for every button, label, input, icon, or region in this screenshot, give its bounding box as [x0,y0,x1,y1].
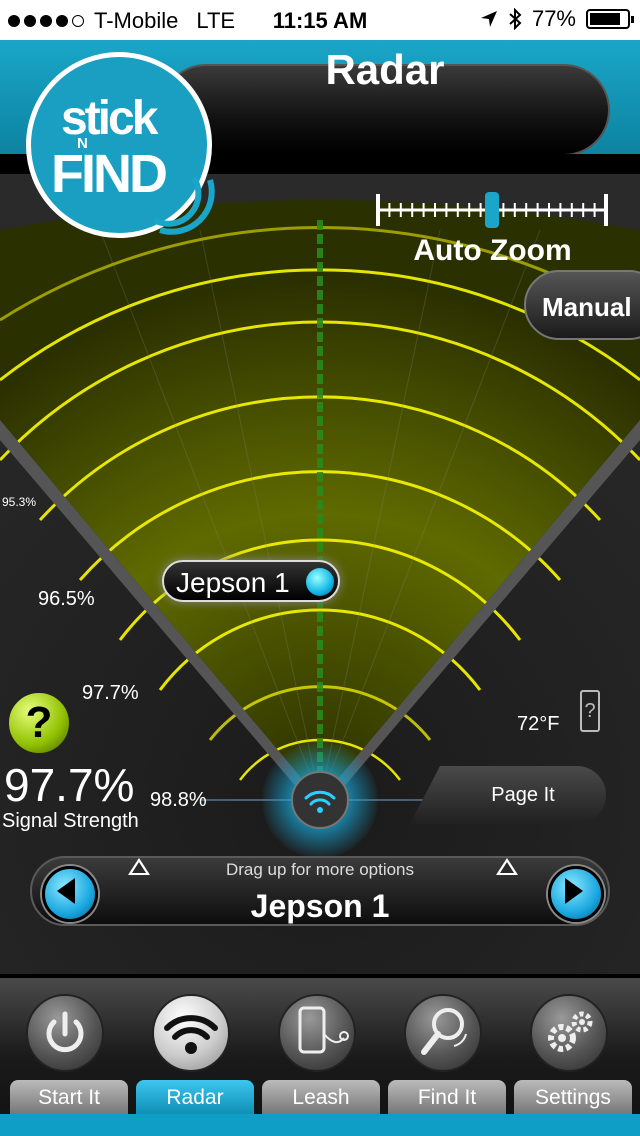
help-button[interactable]: ? [6,690,72,756]
tab-find-it[interactable]: Find It [380,978,506,1114]
tab-radar[interactable]: Radar [128,978,254,1114]
bluetooth-icon [509,8,522,30]
page-it-button[interactable]: Page It [410,766,606,824]
status-icons: 77% [480,6,634,32]
tab-label: Find It [388,1080,506,1114]
tab-start-it[interactable]: Start It [2,978,128,1114]
logo-signal-arcs-icon [152,176,215,235]
device-battery-icon: ? [580,690,600,732]
tab-label: Radar [136,1080,254,1114]
percent-label: 95.3% [2,495,37,509]
zoom-slider[interactable] [372,190,612,230]
magnifier-icon [421,1008,467,1055]
percent-label: 96.5% [38,588,95,610]
page-it-label: Page It [491,784,555,806]
drag-up-arrow-icon [128,858,150,875]
drag-up-arrow-icon [496,858,518,875]
status-bar: T-Mobile LTE 11:15 AM 77% [0,0,640,40]
zoom-label: Auto Zoom [413,234,572,267]
temperature: 72°F [517,713,560,735]
percent-label: 97.7% [82,682,139,704]
battery-icon [586,9,634,29]
page-title: Radar [325,46,445,93]
tab-bar: Start It Radar Leash Find It Settings [0,978,640,1136]
signal-strength-value: 97.7% [4,759,135,811]
arrow-right-icon [565,878,583,904]
manual-button[interactable]: Manual [524,270,640,340]
gears-icon [548,1011,593,1052]
wifi-icon [164,1015,218,1054]
tab-leash[interactable]: Leash [254,978,380,1114]
selected-device-name: Jepson 1 [250,888,390,924]
arrow-left-icon [57,878,75,904]
previous-device-button[interactable] [42,866,98,922]
signal-strength-label: Signal Strength [2,810,139,832]
battery-percent: 77% [531,6,576,31]
zoom-slider-thumb [485,192,499,228]
power-icon [46,1011,84,1053]
logo-text-bottom: FIND [51,144,168,204]
location-arrow-icon [480,11,497,27]
drag-hint: Drag up for more options [225,860,415,879]
percent-label: 98.8% [150,789,207,811]
tab-settings[interactable]: Settings [506,978,632,1114]
phone-leash-icon [298,1006,349,1054]
tab-bar-bottom [0,1114,640,1136]
next-device-button[interactable] [548,866,604,922]
tab-label: Settings [514,1080,632,1114]
logo-text-top: stick [61,92,158,145]
tab-label: Start It [10,1080,128,1114]
device-dot-icon [306,568,334,596]
tab-label: Leash [262,1080,380,1114]
